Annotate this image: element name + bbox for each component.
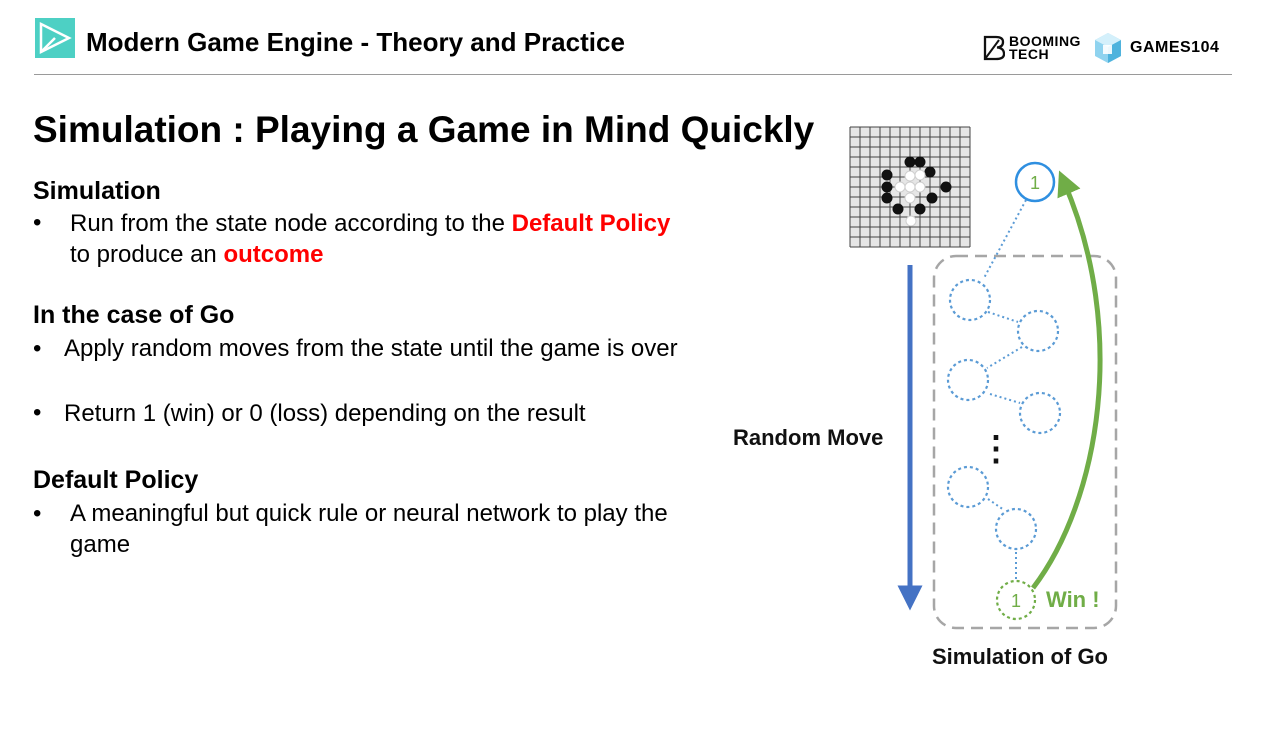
black-stone xyxy=(892,203,904,215)
root-node-value: 1 xyxy=(1030,173,1040,193)
white-stone xyxy=(905,215,917,227)
win-label: Win ! xyxy=(1046,587,1100,612)
tree-edge xyxy=(986,346,1023,369)
go-board-image xyxy=(849,126,971,248)
diagram-caption: Simulation of Go xyxy=(932,644,1108,669)
black-stone xyxy=(914,203,926,215)
white-stone xyxy=(904,181,916,193)
black-stone xyxy=(881,181,893,193)
tree-node xyxy=(946,358,990,402)
black-stone xyxy=(924,166,936,178)
tree-node xyxy=(948,278,992,322)
white-stone xyxy=(894,181,906,193)
random-move-label: Random Move xyxy=(733,425,883,450)
black-stone xyxy=(881,169,893,181)
black-stone xyxy=(904,156,916,168)
backpropagation-arrow xyxy=(1031,170,1103,590)
white-stone xyxy=(904,170,916,182)
tree-edge xyxy=(987,311,1019,323)
black-stone xyxy=(940,181,952,193)
tree-edge xyxy=(983,199,1027,279)
tree-ellipsis: ⋮ xyxy=(979,430,1013,468)
white-stone xyxy=(914,181,926,193)
tree-edge xyxy=(987,498,1005,511)
white-stone xyxy=(904,192,916,204)
tree-node xyxy=(1016,309,1060,353)
leaf-node-value: 1 xyxy=(1011,591,1021,611)
tree-node xyxy=(994,507,1038,551)
white-stone xyxy=(914,169,926,181)
black-stone xyxy=(914,156,926,168)
black-stone xyxy=(926,192,938,204)
simulation-diagram: 1 1 ⋮ Random Move Win ! Simulation of Go xyxy=(733,126,1118,669)
tree-edge xyxy=(989,393,1021,404)
black-stone xyxy=(881,192,893,204)
tree-node xyxy=(1018,391,1062,435)
tree-node xyxy=(946,465,990,509)
